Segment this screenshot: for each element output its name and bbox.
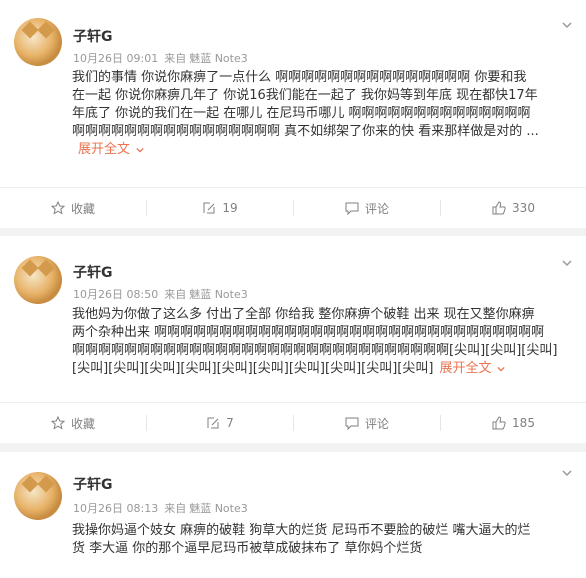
chevron-down-icon[interactable] xyxy=(497,365,506,373)
favorite-label: 收藏 xyxy=(70,416,95,431)
post-text-line: 啊啊啊啊啊啊啊啊啊啊啊啊啊啊啊啊 真不如绑架了你来的快 看来那样做是对的 ... xyxy=(72,124,539,139)
like-count: 330 xyxy=(512,201,535,215)
avatar[interactable] xyxy=(14,18,62,66)
favorite-button[interactable]: 收藏 xyxy=(0,403,146,443)
post-meta: 10月26日 09:01 来自 魅蓝 Note3 xyxy=(73,50,254,66)
post-text-line: 我们的事情 你说你麻痹了一点什么 啊啊啊啊啊啊啊啊啊啊啊啊啊啊啊 你要和我 xyxy=(72,70,527,85)
post-text: 我他妈为你做了这么多 付出了全部 你给我 整你麻痹个破鞋 出来 现在又整你麻痹 … xyxy=(72,306,572,378)
post-source[interactable]: 魅蓝 Note3 xyxy=(189,288,248,301)
expand-link[interactable]: 展开全文 xyxy=(439,361,506,376)
post-text-line: 我操你妈逼个妓女 麻痹的破鞋 狗草大的烂货 尼玛币不要脸的破烂 嘴大逼大的烂 xyxy=(72,523,531,538)
like-button[interactable]: 330 xyxy=(441,188,586,228)
post-text-line: 我他妈为你做了这么多 付出了全部 你给我 整你麻痹个破鞋 出来 现在又整你麻痹 xyxy=(72,307,535,322)
avatar[interactable] xyxy=(14,472,62,520)
favorite-button[interactable]: 收藏 xyxy=(0,188,146,228)
comment-icon xyxy=(345,417,359,430)
comment-label: 评论 xyxy=(364,416,389,431)
repost-count: 7 xyxy=(226,416,234,430)
post-text-line: 年底了 你说的我们在一起 在哪儿 在尼玛币哪儿 啊啊啊啊啊啊啊啊啊啊啊啊啊啊 xyxy=(72,106,531,121)
source-prefix: 来自 xyxy=(164,52,187,65)
post-text: 我操你妈逼个妓女 麻痹的破鞋 狗草大的烂货 尼玛币不要脸的破烂 嘴大逼大的烂 货… xyxy=(72,522,572,558)
post-source[interactable]: 魅蓝 Note3 xyxy=(189,502,248,515)
post-date[interactable]: 10月26日 08:50 xyxy=(73,288,158,301)
repost-button[interactable]: 19 xyxy=(147,188,293,228)
username[interactable]: 子轩G xyxy=(73,474,113,494)
avatar[interactable] xyxy=(14,256,62,304)
post-card: 子轩G 10月26日 08:50 来自 魅蓝 Note3 我他妈为你做了这么多 付出… xyxy=(0,236,586,443)
comment-button[interactable]: 评论 xyxy=(294,188,440,228)
comment-icon xyxy=(345,202,359,215)
repost-icon xyxy=(207,417,219,429)
source-prefix: 来自 xyxy=(164,288,187,301)
username[interactable]: 子轩G xyxy=(73,262,113,282)
source-prefix: 来自 xyxy=(164,502,187,515)
post-date[interactable]: 10月26日 08:13 xyxy=(73,502,158,515)
post-meta: 10月26日 08:50 来自 魅蓝 Note3 xyxy=(73,286,254,302)
thumbs-up-icon xyxy=(492,201,506,215)
repost-icon xyxy=(203,202,215,214)
repost-count: 19 xyxy=(222,201,238,215)
thumbs-up-icon xyxy=(492,416,506,430)
expand-label[interactable]: 展开全文 xyxy=(439,361,491,376)
username[interactable]: 子轩G xyxy=(73,26,113,46)
action-bar: 收藏 7 评论 185 xyxy=(0,402,586,443)
post-meta: 10月26日 08:13 来自 魅蓝 Note3 xyxy=(73,500,254,516)
post-date[interactable]: 10月26日 09:01 xyxy=(73,52,158,65)
repost-button[interactable]: 7 xyxy=(147,403,293,443)
chevron-down-icon[interactable] xyxy=(562,20,572,30)
expand-link[interactable]: 展开全文 xyxy=(78,141,572,159)
comment-button[interactable]: 评论 xyxy=(294,403,440,443)
chevron-down-icon[interactable] xyxy=(136,146,144,154)
action-bar: 收藏 19 评论 330 xyxy=(0,187,586,228)
comment-label: 评论 xyxy=(364,201,389,216)
post-text-line: 在一起 你说你麻痹几年了 你说16我们能在一起了 我你妈等到年底 现在都快17年 xyxy=(72,88,538,103)
post-card: 子轩G 10月26日 08:13 来自 魅蓝 Note3 我操你妈逼个妓女 麻痹的破… xyxy=(0,452,586,578)
star-icon xyxy=(50,201,65,215)
post-text-line: 两个杂种出来 啊啊啊啊啊啊啊啊啊啊啊啊啊啊啊啊啊啊啊啊啊啊啊啊啊啊啊啊啊啊 xyxy=(72,325,545,340)
post-text-line: 啊啊啊啊啊啊啊啊啊啊啊啊啊啊啊啊啊啊啊啊啊啊啊啊啊啊啊啊啊[尖叫][尖叫][尖叫… xyxy=(72,343,558,358)
post-text: 我们的事情 你说你麻痹了一点什么 啊啊啊啊啊啊啊啊啊啊啊啊啊啊啊 你要和我 在一… xyxy=(72,69,572,159)
post-text-line: 货 李大逼 你的那个逼早尼玛币被草成破抹布了 草你妈个烂货 xyxy=(72,541,423,556)
post-text-line: [尖叫][尖叫][尖叫][尖叫][尖叫][尖叫][尖叫][尖叫][尖叫][尖叫]… xyxy=(72,360,572,378)
chevron-down-icon[interactable] xyxy=(562,258,572,268)
chevron-down-icon[interactable] xyxy=(562,468,572,478)
favorite-label: 收藏 xyxy=(70,201,95,216)
like-count: 185 xyxy=(512,416,535,430)
like-button[interactable]: 185 xyxy=(441,403,586,443)
expand-label[interactable]: 展开全文 xyxy=(78,142,130,157)
post-source[interactable]: 魅蓝 Note3 xyxy=(189,52,248,65)
post-card: 子轩G 10月26日 09:01 来自 魅蓝 Note3 我们的事情 你说你麻痹了一… xyxy=(0,0,586,228)
post-text-fragment: [尖叫][尖叫][尖叫][尖叫][尖叫][尖叫][尖叫][尖叫][尖叫][尖叫] xyxy=(72,361,434,376)
star-icon xyxy=(50,416,65,430)
